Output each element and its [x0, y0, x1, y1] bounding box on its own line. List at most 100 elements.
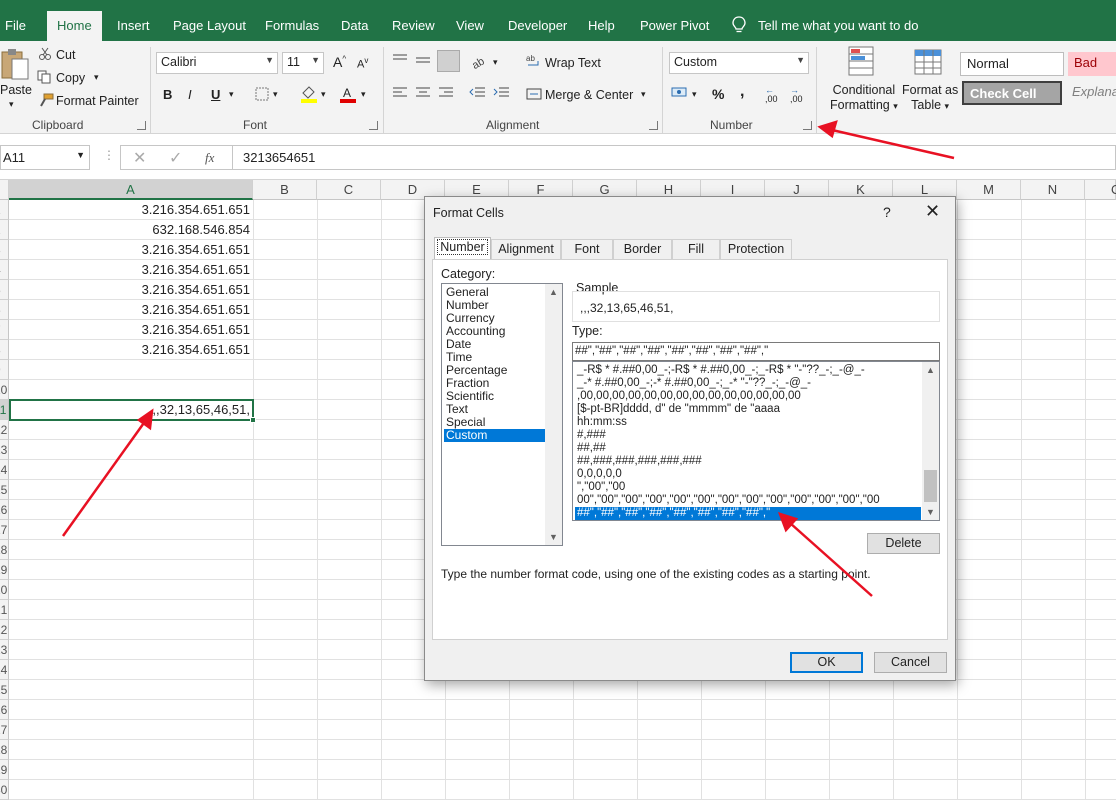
row-header[interactable]: 3 [0, 240, 9, 260]
tab-formulas[interactable]: Formulas [265, 0, 319, 41]
row-header[interactable]: 24 [0, 660, 9, 680]
close-icon[interactable]: ✕ [925, 201, 940, 222]
type-scrollbar[interactable]: ▲ ▼ [922, 362, 939, 520]
tab-fill[interactable]: Fill [672, 239, 720, 259]
merge-center-icon[interactable] [526, 86, 542, 102]
accounting-format-icon[interactable] [671, 86, 689, 100]
row-header[interactable]: 5 [0, 280, 9, 300]
row-header[interactable]: 4 [0, 260, 9, 280]
top-align-icon[interactable] [391, 53, 409, 67]
copy-button[interactable]: Copy [56, 71, 85, 85]
alignment-launcher-icon[interactable] [649, 121, 658, 130]
row-header[interactable]: 9 [0, 360, 9, 380]
format-as-table-icon[interactable] [914, 49, 944, 77]
list-item[interactable]: ,00,00,00,00,00,00,00,00,00,00,00,00,00,… [575, 390, 921, 403]
formula-bar-grip-icon[interactable]: ⋮ [103, 148, 115, 162]
cell-a[interactable]: 3.216.354.651.651 [9, 340, 253, 360]
tab-view[interactable]: View [456, 0, 484, 41]
active-cell[interactable]: ,,,32,13,65,46,51, [9, 399, 254, 421]
cell-a[interactable]: 632.168.546.854 [9, 220, 253, 240]
copy-icon[interactable] [37, 70, 52, 84]
merge-center-button[interactable]: Merge & Center [545, 88, 633, 102]
tab-page-layout[interactable]: Page Layout [173, 0, 246, 41]
row-header[interactable]: 28 [0, 740, 9, 760]
tab-number[interactable]: Number [434, 237, 491, 260]
cancel-icon[interactable]: ✕ [133, 148, 146, 168]
row-header[interactable]: 30 [0, 780, 9, 800]
row-header[interactable]: 11 [0, 400, 9, 420]
tab-developer[interactable]: Developer [508, 0, 567, 41]
tab-protection[interactable]: Protection [720, 239, 792, 259]
increase-indent-icon[interactable] [493, 86, 511, 100]
row-header[interactable]: 22 [0, 620, 9, 640]
font-launcher-icon[interactable] [369, 121, 378, 130]
style-bad[interactable]: Bad [1068, 52, 1116, 76]
borders-icon[interactable] [255, 87, 269, 101]
clipboard-launcher-icon[interactable] [137, 121, 146, 130]
scroll-up-icon[interactable]: ▲ [549, 287, 558, 297]
font-name-combo[interactable]: Calibri ▼ [156, 52, 278, 74]
font-size-combo[interactable]: 11 ▼ [282, 52, 324, 74]
increase-decimal-button[interactable]: ← ,00 [765, 86, 778, 104]
cell-a[interactable]: 3.216.354.651.651 [9, 300, 253, 320]
dropdown-arrow-icon[interactable]: ▼ [265, 55, 274, 65]
scroll-down-icon[interactable]: ▼ [549, 532, 558, 542]
insert-function-icon[interactable]: fx [205, 150, 214, 166]
delete-button[interactable]: Delete [867, 533, 940, 554]
cell-a[interactable]: 3.216.354.651.651 [9, 280, 253, 300]
number-format-combo[interactable]: Custom ▼ [669, 52, 809, 74]
cell-a[interactable]: 3.216.354.651.651 [9, 240, 253, 260]
row-header[interactable]: 13 [0, 440, 9, 460]
name-box-dropdown-icon[interactable]: ▼ [76, 150, 85, 160]
italic-button[interactable]: I [188, 87, 192, 102]
decrease-decimal-button[interactable]: → ,00 [790, 86, 803, 104]
percent-style-button[interactable]: % [712, 86, 724, 102]
row-header[interactable]: 1 [0, 200, 9, 220]
format-painter-button[interactable]: Format Painter [56, 94, 139, 108]
grow-font-icon[interactable]: A^ [333, 54, 346, 70]
style-check-cell[interactable]: Check Cell [962, 81, 1062, 105]
list-item[interactable]: 0,0,0,0,0 [575, 468, 921, 481]
comma-style-button[interactable]: , [740, 83, 744, 101]
style-explanatory[interactable]: Explanat [1066, 81, 1116, 105]
row-header[interactable]: 7 [0, 320, 9, 340]
row-header[interactable]: 14 [0, 460, 9, 480]
column-header[interactable]: N [1021, 180, 1085, 200]
copy-dropdown-icon[interactable]: ▾ [94, 72, 99, 83]
scissors-icon[interactable] [38, 47, 52, 61]
scroll-up-icon[interactable]: ▲ [926, 365, 935, 375]
paste-dropdown-icon[interactable]: ▾ [9, 99, 14, 110]
dropdown-arrow-icon[interactable]: ▼ [796, 55, 805, 65]
row-header[interactable]: 29 [0, 760, 9, 780]
format-painter-icon[interactable] [38, 93, 54, 107]
tab-home[interactable]: Home [47, 11, 102, 41]
list-item[interactable]: #,### [575, 429, 921, 442]
tab-help[interactable]: Help [588, 0, 615, 41]
number-launcher-icon[interactable] [803, 121, 812, 130]
tab-alignment[interactable]: Alignment [491, 239, 561, 259]
list-item[interactable]: ##,## [575, 442, 921, 455]
column-header[interactable]: M [957, 180, 1021, 200]
style-normal[interactable]: Normal [960, 52, 1064, 76]
list-item[interactable]: [$-pt-BR]dddd, d" de "mmmm" de "aaaa [575, 403, 921, 416]
font-color-dropdown-icon[interactable]: ▾ [361, 89, 366, 100]
tab-insert[interactable]: Insert [117, 0, 150, 41]
underline-button[interactable]: U [211, 87, 220, 102]
row-header[interactable]: 16 [0, 500, 9, 520]
ok-button[interactable]: OK [790, 652, 863, 673]
accounting-dropdown-icon[interactable]: ▾ [692, 89, 697, 100]
select-all-corner[interactable] [0, 180, 9, 200]
list-item[interactable]: hh:mm:ss [575, 416, 921, 429]
column-header[interactable]: O [1085, 180, 1116, 200]
list-item[interactable]: ##,###,###,###,###,### [575, 455, 921, 468]
row-header[interactable]: 10 [0, 380, 9, 400]
row-header[interactable]: 2 [0, 220, 9, 240]
conditional-formatting-button[interactable]: Conditional Formatting ▾ [830, 83, 898, 114]
fill-color-dropdown-icon[interactable]: ▾ [321, 89, 326, 100]
conditional-formatting-icon[interactable] [848, 46, 878, 78]
tell-me-search[interactable]: Tell me what you want to do [758, 0, 918, 41]
row-header[interactable]: 12 [0, 420, 9, 440]
row-header[interactable]: 23 [0, 640, 9, 660]
cut-button[interactable]: Cut [56, 48, 75, 62]
column-header[interactable]: C [317, 180, 381, 200]
